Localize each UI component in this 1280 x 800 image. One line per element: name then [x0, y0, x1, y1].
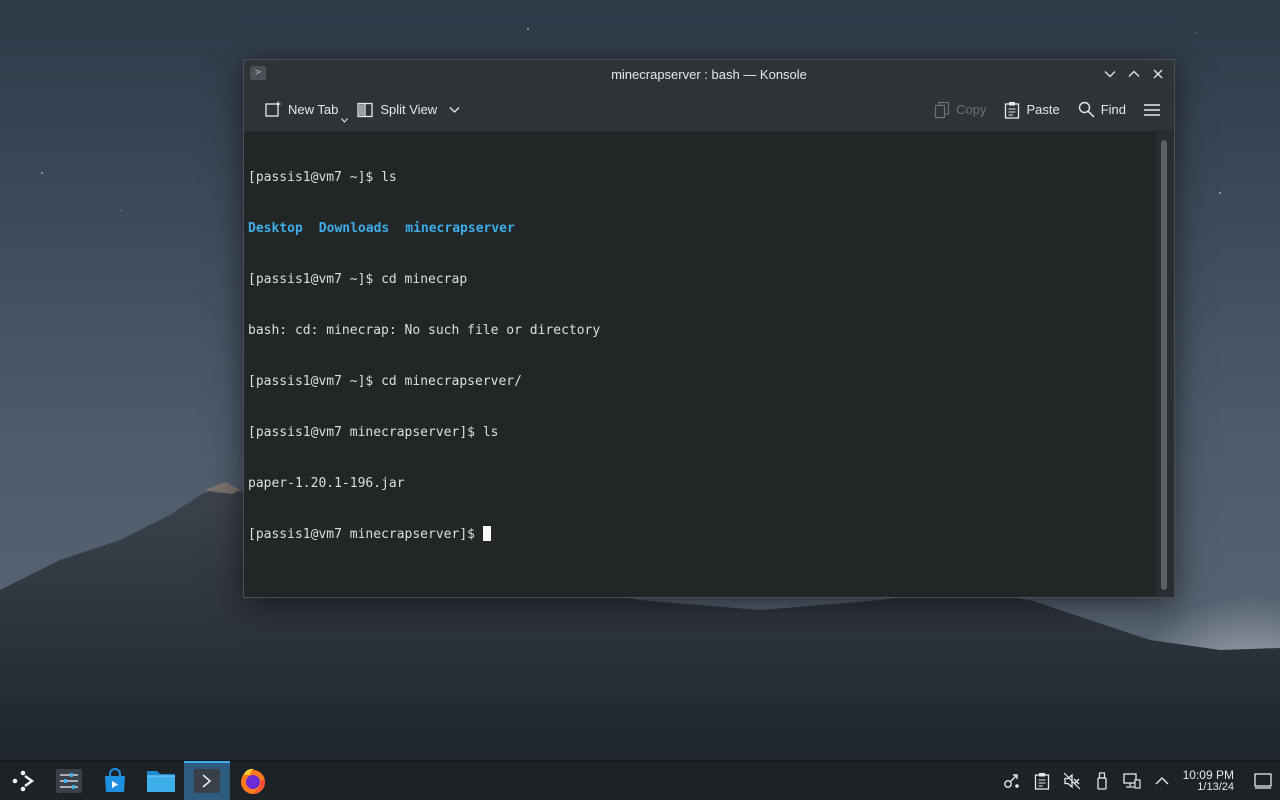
folder-icon — [147, 770, 175, 792]
chevron-up-icon — [1128, 70, 1140, 77]
konsole-app-icon[interactable]: > — [250, 66, 266, 80]
terminal-line: paper-1.20.1-196.jar — [248, 476, 405, 491]
dolphin-file-manager-button[interactable] — [138, 761, 184, 800]
chevron-down-icon — [449, 106, 460, 113]
paste-button[interactable]: Paste — [1000, 95, 1063, 125]
terminal-cursor — [482, 526, 491, 541]
removable-device-icon[interactable] — [1087, 761, 1117, 800]
terminal-line: [passis1@vm7 ~]$ cd minecrapserver/ — [248, 374, 522, 389]
hamburger-menu-icon — [1144, 103, 1160, 116]
directory-entry: Desktop — [248, 221, 303, 236]
close-button[interactable] — [1148, 64, 1168, 84]
volume-muted-icon[interactable] — [1057, 761, 1087, 800]
terminal-scrollbar[interactable] — [1158, 138, 1170, 594]
paste-label: Paste — [1026, 102, 1060, 117]
terminal-line-ls-output: Desktop Downloads minecrapserver — [248, 220, 1152, 237]
minimize-button[interactable] — [1100, 64, 1120, 84]
find-button[interactable]: Find — [1074, 95, 1130, 125]
directory-entry: Downloads — [318, 221, 390, 236]
find-label: Find — [1100, 102, 1126, 117]
terminal-line: [passis1@vm7 minecrapserver]$ ls — [248, 425, 499, 440]
kde-connect-icon[interactable] — [997, 761, 1027, 800]
toolbar: New Tab Split View Copy Paste Find — [244, 88, 1174, 132]
new-tab-icon — [265, 101, 281, 117]
show-desktop-icon — [1254, 772, 1272, 789]
settings-sliders-icon — [56, 768, 82, 793]
directory-entry: minecrapserver — [405, 221, 515, 236]
paste-icon — [1005, 101, 1020, 119]
split-view-button[interactable]: Split View — [352, 95, 441, 125]
clipboard-icon[interactable] — [1027, 761, 1057, 800]
system-settings-button[interactable] — [46, 761, 92, 800]
terminal-prompt-line: [passis1@vm7 minecrapserver]$ — [248, 526, 1152, 543]
search-icon — [1078, 101, 1095, 118]
clock-date: 1/13/24 — [1197, 780, 1234, 793]
firefox-button[interactable] — [230, 761, 276, 800]
network-wired-icon[interactable] — [1117, 761, 1147, 800]
scrollbar-thumb[interactable] — [1161, 140, 1167, 590]
split-view-icon — [357, 102, 373, 117]
plasma-launcher-icon — [12, 770, 35, 791]
chevron-down-icon — [341, 117, 349, 123]
maximize-button[interactable] — [1124, 64, 1144, 84]
taskbar: 10:09 PM 1/13/24 — [0, 760, 1280, 800]
chevron-up-icon — [1155, 776, 1169, 784]
terminal-line: bash: cd: minecrap: No such file or dire… — [248, 323, 601, 338]
window-title: minecrapserver : bash — Konsole — [611, 66, 807, 82]
show-hidden-icons-button[interactable] — [1147, 761, 1177, 800]
konsole-window: > minecrapserver : bash — Konsole New Ta… — [243, 59, 1175, 598]
copy-icon — [934, 101, 950, 118]
firefox-icon — [241, 768, 265, 794]
copy-button[interactable]: Copy — [930, 95, 990, 125]
terminal-icon — [194, 768, 220, 793]
split-view-label: Split View — [380, 102, 438, 117]
copy-label: Copy — [956, 102, 987, 117]
system-tray: 10:09 PM 1/13/24 — [997, 761, 1280, 800]
terminal-line: [passis1@vm7 ~]$ cd minecrap — [248, 272, 468, 287]
shopping-bag-icon — [105, 767, 125, 792]
new-tab-label: New Tab — [288, 102, 339, 117]
split-view-menu-button[interactable] — [445, 95, 464, 125]
show-desktop-button[interactable] — [1246, 761, 1280, 800]
application-launcher-button[interactable] — [0, 761, 46, 800]
clock-time: 10:09 PM — [1182, 767, 1234, 782]
discover-button[interactable] — [92, 761, 138, 800]
terminal-output[interactable]: [passis1@vm7 ~]$ ls Desktop Downloads mine… — [244, 132, 1156, 597]
hamburger-menu-button[interactable] — [1140, 95, 1164, 125]
terminal-line: [passis1@vm7 ~]$ ls — [248, 170, 397, 185]
title-bar[interactable]: > minecrapserver : bash — Konsole — [244, 60, 1174, 88]
new-tab-button[interactable]: New Tab — [260, 95, 349, 125]
chevron-down-icon — [1104, 71, 1116, 78]
konsole-taskbar-button[interactable] — [184, 760, 230, 800]
close-icon — [1153, 69, 1163, 79]
digital-clock[interactable]: 10:09 PM 1/13/24 — [1177, 769, 1246, 793]
